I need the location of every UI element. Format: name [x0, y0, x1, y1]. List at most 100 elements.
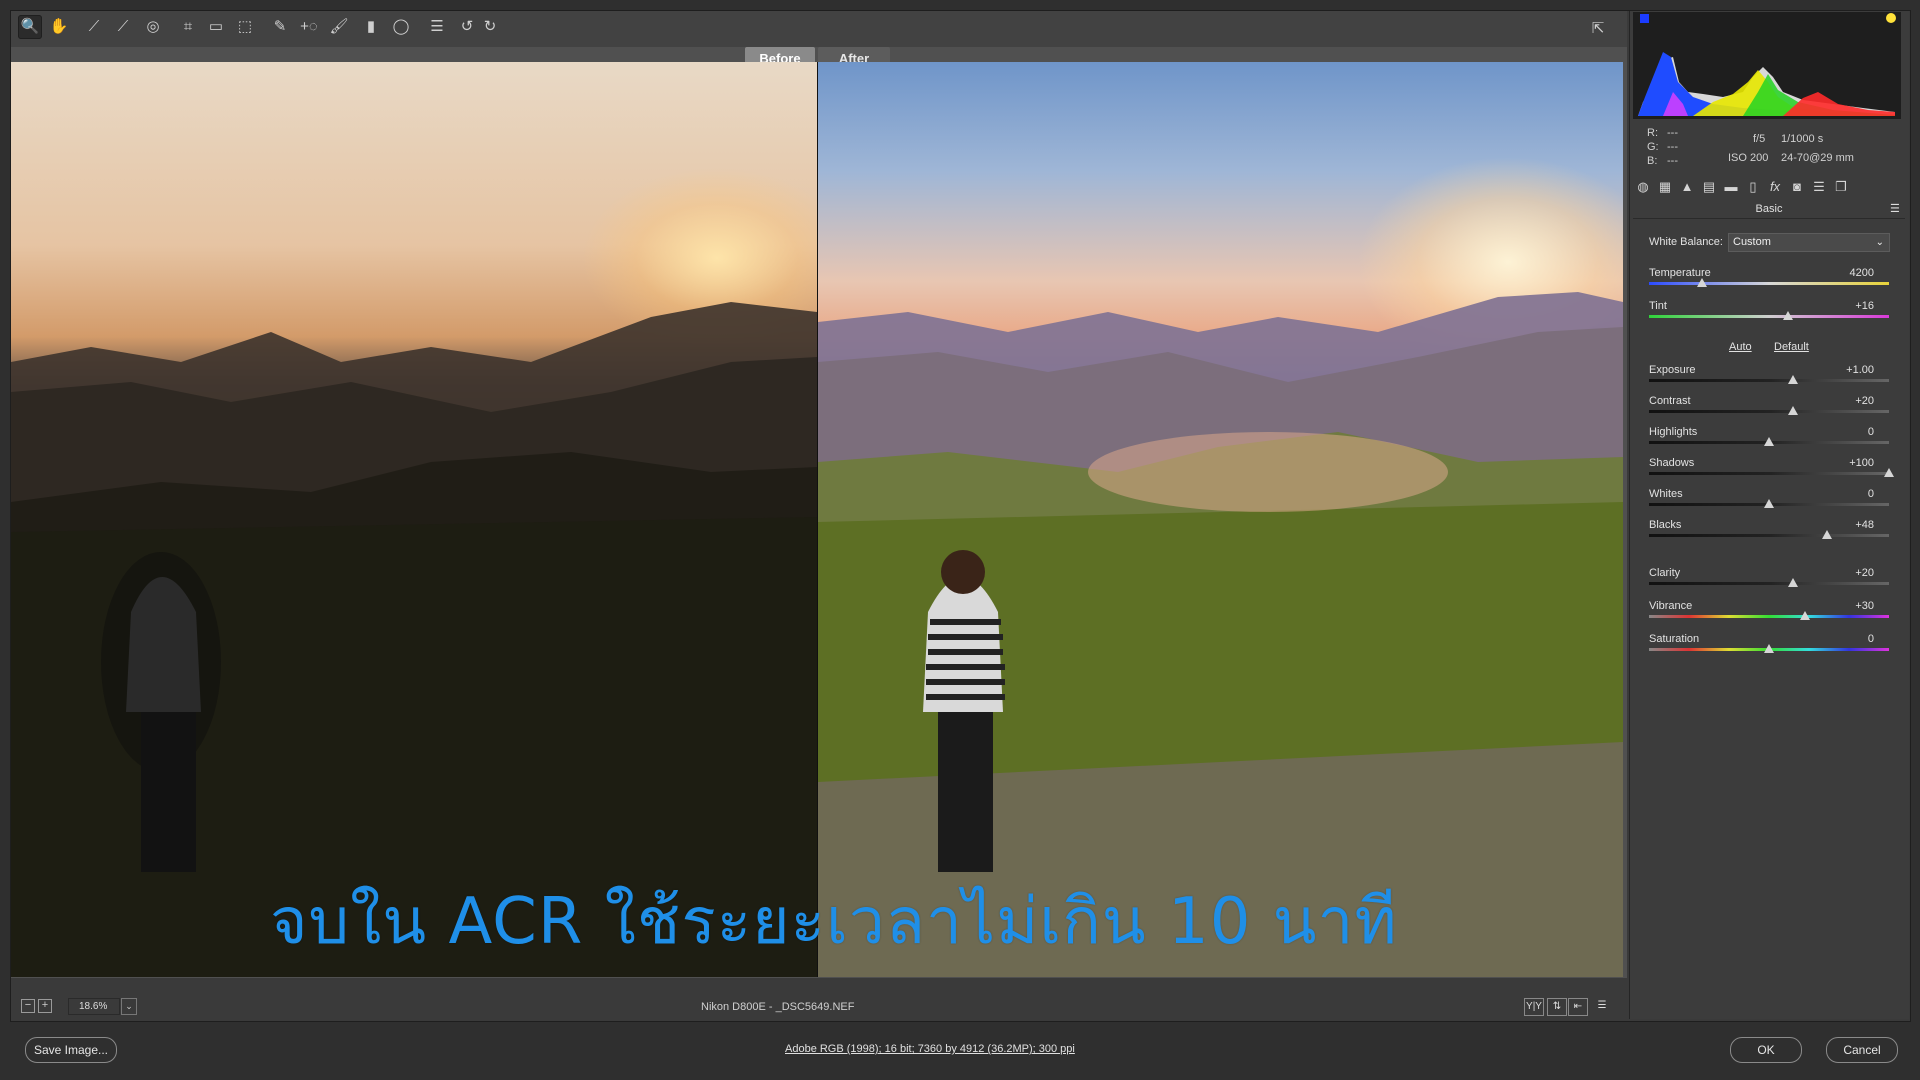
saturation-value[interactable]: 0: [1834, 633, 1874, 645]
workflow-options-link[interactable]: Adobe RGB (1998); 16 bit; 7360 by 4912 (…: [785, 1043, 1075, 1055]
file-name-label: Nikon D800E - _DSC5649.NEF: [701, 1001, 855, 1013]
highlight-clipping-warning-icon: [1886, 13, 1896, 23]
snapshots-tab-icon[interactable]: ❐: [1833, 179, 1849, 195]
tint-slider-thumb[interactable]: [1783, 311, 1794, 320]
highlights-slider-thumb[interactable]: [1764, 437, 1774, 446]
clarity-slider-thumb[interactable]: [1788, 578, 1798, 587]
effects-tab-icon[interactable]: fx: [1767, 179, 1783, 195]
highlights-value[interactable]: 0: [1834, 426, 1874, 438]
vibrance-slider-track[interactable]: [1649, 615, 1889, 618]
swap-settings-icon[interactable]: ⇅: [1547, 998, 1567, 1016]
clarity-slider-track[interactable]: [1649, 582, 1889, 585]
temperature-value[interactable]: 4200: [1834, 267, 1874, 279]
exposure-label: Exposure: [1649, 364, 1696, 376]
default-link[interactable]: Default: [1774, 341, 1809, 353]
zoom-level-field[interactable]: 18.6%: [68, 998, 120, 1015]
white-balance-value: Custom: [1733, 236, 1771, 248]
before-image[interactable]: [11, 62, 817, 977]
vibrance-slider-thumb[interactable]: [1800, 611, 1810, 620]
chevron-down-icon: ⌄: [1875, 237, 1884, 248]
toggle-fullscreen-icon[interactable]: ⇱: [1586, 17, 1610, 41]
panel-menu-icon[interactable]: ☰: [1890, 202, 1900, 215]
clarity-value[interactable]: +20: [1834, 567, 1874, 579]
shadows-slider-thumb[interactable]: [1884, 468, 1894, 477]
rotate-left-tool-icon[interactable]: ↺: [455, 15, 479, 39]
blacks-slider-thumb[interactable]: [1821, 530, 1832, 539]
saturation-slider-thumb[interactable]: [1764, 644, 1774, 653]
iso-value: ISO 200: [1728, 152, 1769, 164]
contrast-label: Contrast: [1649, 395, 1691, 407]
white-balance-tool-icon[interactable]: ⟋: [82, 15, 106, 39]
contrast-slider-thumb[interactable]: [1788, 406, 1798, 415]
after-landscape: [818, 292, 1623, 977]
red-eye-tool-icon[interactable]: +◌: [297, 15, 321, 39]
whites-value[interactable]: 0: [1834, 488, 1874, 500]
exposure-slider-thumb[interactable]: [1788, 375, 1798, 384]
hsl-tab-icon[interactable]: ▤: [1701, 179, 1717, 195]
radial-filter-tool-icon[interactable]: ◯: [389, 15, 413, 39]
before-landscape: [11, 302, 817, 977]
ok-button[interactable]: OK: [1730, 1037, 1802, 1063]
zoom-out-icon[interactable]: −: [21, 999, 35, 1013]
r-label: R:: [1647, 127, 1658, 139]
r-value: ---: [1667, 127, 1678, 139]
tint-label: Tint: [1649, 300, 1667, 312]
graduated-filter-tool-icon[interactable]: ▮: [359, 15, 383, 39]
camera-calibration-tab-icon[interactable]: ◙: [1789, 179, 1805, 195]
save-image-button[interactable]: Save Image...: [25, 1037, 117, 1063]
cancel-button[interactable]: Cancel: [1826, 1037, 1898, 1063]
b-value: ---: [1667, 155, 1678, 167]
basic-panel-header: Basic: [1633, 200, 1905, 219]
zoom-in-icon[interactable]: +: [38, 999, 52, 1013]
whites-slider-thumb[interactable]: [1764, 499, 1774, 508]
temperature-slider-track[interactable]: [1649, 282, 1889, 285]
vibrance-value[interactable]: +30: [1834, 600, 1874, 612]
auto-link[interactable]: Auto: [1729, 341, 1752, 353]
after-image[interactable]: [818, 62, 1623, 977]
g-label: G:: [1647, 141, 1659, 153]
presets-tab-icon[interactable]: ☰: [1811, 179, 1827, 195]
g-value: ---: [1667, 141, 1678, 153]
straighten-tool-icon[interactable]: ▭: [204, 15, 228, 39]
whites-label: Whites: [1649, 488, 1683, 500]
overlay-caption: จบใน ACR ใช้ระยะเวลาไม่เกิน 10 นาที: [270, 885, 1398, 959]
contrast-value[interactable]: +20: [1834, 395, 1874, 407]
highlights-label: Highlights: [1649, 426, 1698, 438]
shadow-clipping-warning-icon: [1640, 14, 1649, 23]
transform-tool-icon[interactable]: ⬚: [233, 15, 257, 39]
blacks-slider-track[interactable]: [1649, 534, 1889, 537]
before-after-view-icon[interactable]: Y|Y: [1524, 998, 1544, 1016]
zoom-tool-icon[interactable]: 🔍: [18, 15, 42, 39]
shadows-value[interactable]: +100: [1834, 457, 1874, 469]
shadows-label: Shadows: [1649, 457, 1695, 469]
blacks-value[interactable]: +48: [1834, 519, 1874, 531]
basic-tab-icon[interactable]: ◍: [1635, 179, 1651, 195]
tint-slider-track[interactable]: [1649, 315, 1889, 318]
spot-removal-tool-icon[interactable]: ✎: [268, 15, 292, 39]
crop-tool-icon[interactable]: ⌗: [176, 15, 200, 39]
histogram-graph: [1638, 13, 1896, 116]
tone-curve-tab-icon[interactable]: ▦: [1657, 179, 1673, 195]
status-bar: − + 18.6% ⌄ Nikon D800E - _DSC5649.NEF Y…: [11, 995, 1627, 1019]
adjustment-brush-tool-icon[interactable]: 🖌: [327, 15, 351, 39]
split-toning-tab-icon[interactable]: ▬: [1723, 179, 1739, 195]
white-balance-select[interactable]: Custom ⌄: [1728, 233, 1890, 252]
lens-value: 24-70@29 mm: [1781, 152, 1854, 164]
detail-tab-icon[interactable]: ▲: [1679, 179, 1695, 195]
preferences-tool-icon[interactable]: ☰: [425, 15, 449, 39]
hand-tool-icon[interactable]: ✋: [47, 15, 71, 39]
view-settings-icon[interactable]: ☰: [1593, 998, 1611, 1014]
shadows-slider-track[interactable]: [1649, 472, 1889, 475]
lens-corrections-tab-icon[interactable]: ▯: [1745, 179, 1761, 195]
histogram: [1633, 12, 1901, 119]
temperature-slider-thumb[interactable]: [1696, 278, 1707, 287]
rotate-right-tool-icon[interactable]: ↻: [478, 15, 502, 39]
color-sampler-tool-icon[interactable]: ⟋: [111, 15, 135, 39]
zoom-dropdown-chevron-icon[interactable]: ⌄: [121, 998, 137, 1015]
tint-value[interactable]: +16: [1834, 300, 1874, 312]
contrast-slider-track[interactable]: [1649, 410, 1889, 413]
copy-settings-icon[interactable]: ⇤: [1568, 998, 1588, 1016]
exposure-value[interactable]: +1.00: [1834, 364, 1874, 376]
exposure-slider-track[interactable]: [1649, 379, 1889, 382]
targeted-adjustment-tool-icon[interactable]: ◎: [141, 15, 165, 39]
